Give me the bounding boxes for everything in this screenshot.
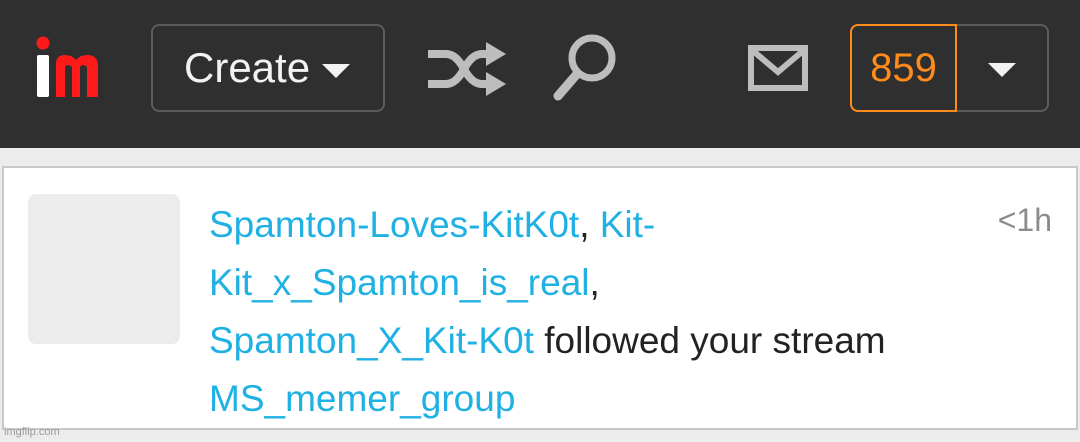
user-menu-dropdown[interactable]	[957, 24, 1049, 112]
chevron-down-icon	[988, 63, 1016, 77]
imgflip-logo[interactable]	[34, 36, 118, 100]
points-counter[interactable]: 859	[850, 24, 957, 112]
avatar[interactable]	[28, 194, 180, 344]
notification-time: <1h	[997, 202, 1052, 238]
search-button[interactable]	[552, 32, 620, 104]
user-link[interactable]: Spamton_X_Kit-K0t	[209, 320, 534, 361]
create-button[interactable]: Create	[151, 24, 385, 112]
notification-text: Spamton-Loves-KitK0t, Kit-Kit_x_Spamton_…	[209, 196, 909, 428]
separator: ,	[589, 262, 600, 303]
create-button-label: Create	[184, 44, 311, 91]
chevron-down-icon	[322, 64, 351, 78]
shuffle-icon	[428, 42, 506, 96]
user-points-menu: 859	[850, 24, 1049, 112]
stream-link[interactable]: MS_memer_group	[209, 378, 515, 419]
watermark: imgflip.com	[4, 426, 60, 438]
shuffle-button[interactable]	[424, 40, 510, 98]
mail-icon	[748, 45, 808, 91]
top-navigation-bar: Create 859	[0, 0, 1080, 148]
separator: ,	[579, 204, 600, 245]
user-link[interactable]: Spamton-Loves-KitK0t	[209, 204, 579, 245]
notification-action-text: followed your stream	[533, 320, 886, 361]
notification-item: Spamton-Loves-KitK0t, Kit-Kit_x_Spamton_…	[2, 166, 1078, 430]
messages-button[interactable]	[748, 42, 808, 94]
logo-icon	[36, 36, 98, 97]
search-icon	[553, 34, 616, 101]
